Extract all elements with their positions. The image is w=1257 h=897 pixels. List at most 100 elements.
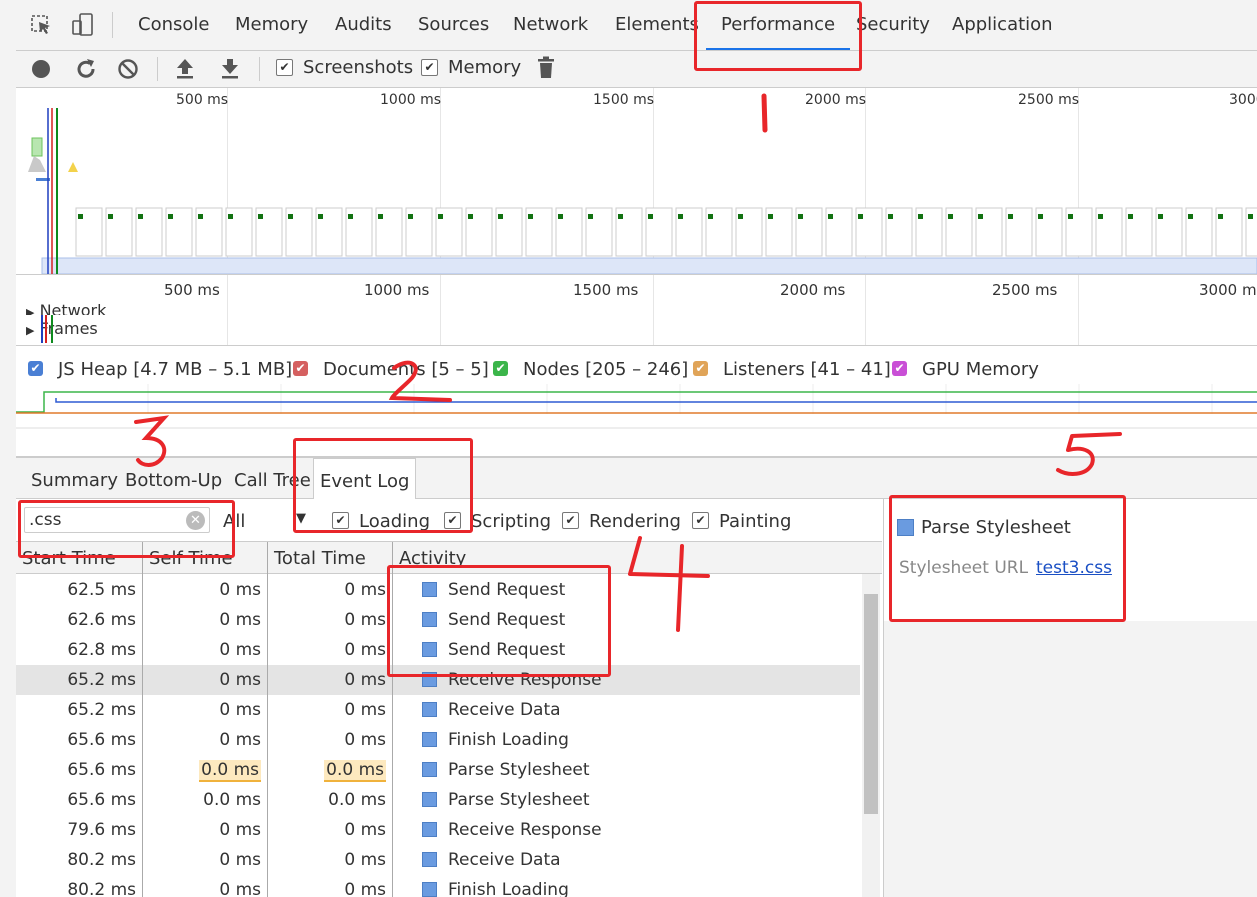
start-time-cell-value: 65.2 ms [67,700,136,720]
activity-cell: Parse Stylesheet [422,785,590,815]
inspect-element-icon[interactable] [30,14,52,36]
painting-checkbox[interactable]: ✔ [692,512,709,529]
annotation-box-event-log [293,438,473,533]
self-time-cell: 0 ms [143,695,267,725]
start-time-cell-value: 62.5 ms [67,580,136,600]
upload-icon[interactable] [174,56,196,80]
device-toolbar-icon[interactable] [71,12,95,38]
start-time-cell-value: 65.2 ms [67,670,136,690]
annotation-number-2 [388,360,452,402]
gpu-memory-checkbox[interactable]: ✔ [892,361,907,376]
overview-tracks [28,108,1257,274]
network-track-label: Network [39,301,107,315]
self-time-cell: 0 ms [143,845,267,875]
total-time-cell: 0 ms [268,665,392,695]
start-time-cell-value: 62.8 ms [67,640,136,660]
download-icon[interactable] [219,56,241,80]
activity-cell: Receive Data [422,695,561,725]
network-track[interactable]: ▶ Network [26,301,106,315]
activity-name: Receive Data [448,850,561,870]
self-time-cell-value: 0 ms [219,880,261,897]
tab-memory[interactable]: Memory [235,0,308,50]
documents-checkbox[interactable]: ✔ [293,361,308,376]
table-scrollbar[interactable] [862,574,880,897]
listeners-checkbox[interactable]: ✔ [693,361,708,376]
tab-audits[interactable]: Audits [335,0,392,50]
column-divider[interactable] [267,542,268,897]
activity-name: Receive Data [448,700,561,720]
loading-category-icon [422,882,437,897]
toolbar-divider [157,57,158,81]
toolbar-divider [112,12,113,38]
nodes-label: Nodes [205 – 246] [523,359,689,380]
gridline [865,275,866,345]
toolbar-divider [259,57,260,81]
loading-category-icon [422,762,437,777]
clear-icon[interactable] [117,58,139,80]
loading-category-icon [422,732,437,747]
start-time-cell: 62.8 ms [16,635,142,665]
listeners-label: Listeners [41 – 41] [723,359,891,380]
self-time-cell: 0 ms [143,725,267,755]
ruler-tick: 500 ms [164,281,220,299]
total-time-cell: 0 ms [268,695,392,725]
tab-network[interactable]: Network [513,0,588,50]
start-time-cell: 65.2 ms [16,695,142,725]
start-time-cell-value: 65.6 ms [67,790,136,810]
nodes-checkbox[interactable]: ✔ [493,361,508,376]
tab-elements[interactable]: Elements [615,0,699,50]
loading-category-icon [422,822,437,837]
rendering-checkbox[interactable]: ✔ [562,512,579,529]
flamechart-ruler[interactable]: 500 ms 1000 ms 1500 ms 2000 ms 2500 ms 3… [16,275,1257,346]
self-time-cell: 0 ms [143,815,267,845]
tab-sources[interactable]: Sources [418,0,489,50]
expand-arrow-icon: ▶ [26,324,35,337]
tab-summary[interactable]: Summary [31,458,118,498]
self-time-cell-value: 0 ms [219,640,261,660]
activity-cell: Parse Stylesheet [422,755,590,785]
gpu-memory-label: GPU Memory [922,359,1039,380]
total-time-cell-value: 0 ms [344,850,386,870]
self-time-cell: 0.0 ms [143,785,267,815]
start-time-cell: 79.6 ms [16,815,142,845]
total-time-cell-value: 0 ms [344,880,386,897]
annotation-box-details [889,495,1126,622]
gridline [227,275,228,345]
timeline-overview[interactable]: 500 ms 1000 ms 1500 ms 2000 ms 2500 ms 3… [16,88,1257,275]
scrollbar-thumb[interactable] [864,594,878,814]
column-divider[interactable] [142,542,143,897]
record-icon[interactable] [30,58,52,80]
self-time-cell: 0 ms [143,575,267,605]
total-time-cell: 0.0 ms [268,785,392,815]
self-time-cell: 0 ms [143,605,267,635]
activity-cell: Receive Data [422,845,561,875]
memory-checkbox[interactable]: ✔ [421,59,438,76]
frame-markers [41,315,53,343]
column-total-time[interactable]: Total Time [268,542,392,574]
tab-console[interactable]: Console [138,0,209,50]
total-time-cell-value: 0 ms [344,730,386,750]
overview-tick: 1000 ms [380,92,442,108]
loading-category-icon [422,852,437,867]
total-time-cell-value: 0.0 ms [324,760,386,782]
trash-icon[interactable] [537,56,555,80]
self-time-cell: 0 ms [143,875,267,897]
collapse-arrow-icon: ▶ [26,306,35,315]
ruler-tick: 1000 ms [364,281,430,299]
performance-toolbar: ✔ Screenshots ✔ Memory [16,51,1257,88]
devtools-tab-bar: Console Memory Audits Sources Network El… [16,0,1257,51]
self-time-cell: 0 ms [143,665,267,695]
tab-application[interactable]: Application [952,0,1053,50]
self-time-cell: 0.0 ms [143,755,267,785]
tab-security[interactable]: Security [856,0,930,50]
self-time-cell-value: 0 ms [219,580,261,600]
total-time-cell-value: 0 ms [344,640,386,660]
start-time-cell: 62.6 ms [16,605,142,635]
annotation-box-filter [18,500,235,558]
activity-cell: Receive Response [422,815,602,845]
ruler-tick: 2500 ms [992,281,1058,299]
reload-icon[interactable] [74,57,98,81]
screenshots-checkbox[interactable]: ✔ [276,59,293,76]
start-time-cell: 80.2 ms [16,845,142,875]
js-heap-checkbox[interactable]: ✔ [28,361,43,376]
